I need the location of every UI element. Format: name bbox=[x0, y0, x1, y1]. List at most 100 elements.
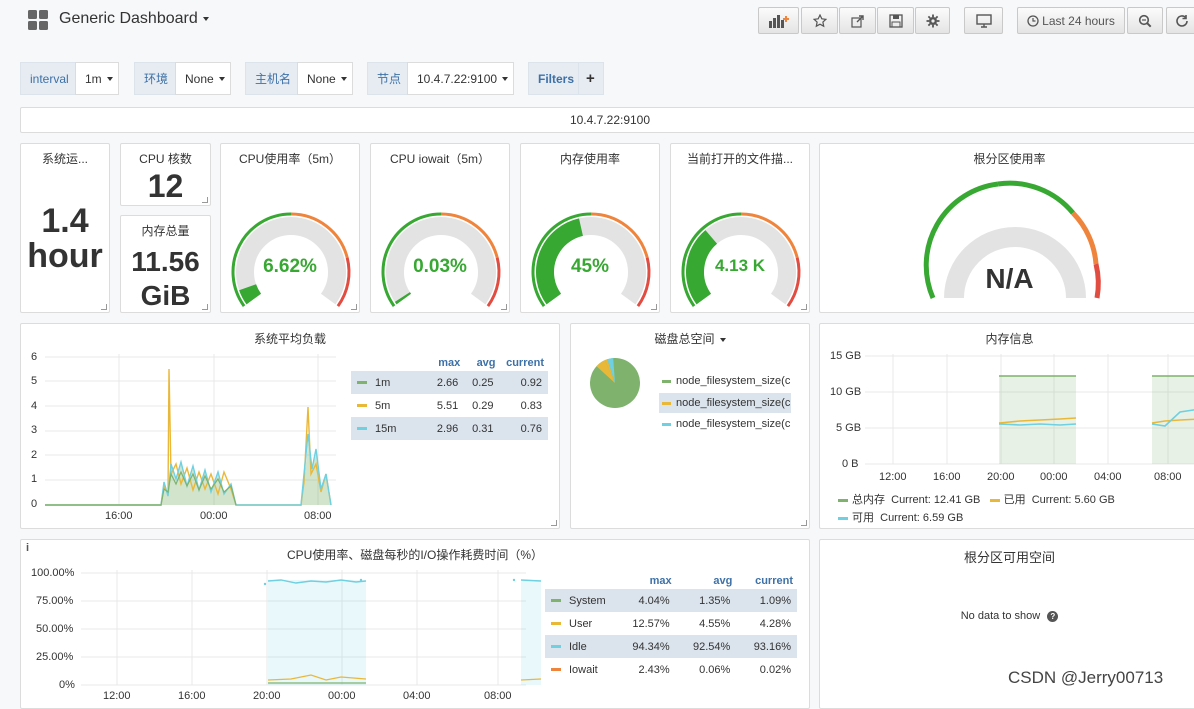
series-swatch bbox=[662, 401, 671, 405]
legend-item[interactable]: node_filesystem_size(c bbox=[659, 413, 791, 433]
add-panel-icon bbox=[768, 14, 789, 28]
legend-max: 2.96 bbox=[429, 417, 465, 440]
legend-avg: 0.06% bbox=[699, 663, 731, 676]
resize-handle[interactable] bbox=[551, 520, 557, 526]
var-interval-select[interactable]: 1m bbox=[75, 62, 119, 95]
chevron-down-icon bbox=[202, 16, 209, 21]
resize-handle[interactable] bbox=[202, 304, 208, 310]
settings-button[interactable] bbox=[915, 7, 950, 34]
gauge-fill bbox=[394, 292, 412, 305]
time-picker-button[interactable]: Last 24 hours bbox=[1017, 7, 1125, 34]
disk-pie-chart bbox=[590, 358, 640, 408]
filters-label: Filters bbox=[528, 62, 585, 95]
x-tick: 04:00 bbox=[1094, 471, 1122, 483]
legend-item[interactable]: 可用 Current: 6.59 GB bbox=[838, 512, 963, 524]
legend-avg: 1.35% bbox=[675, 589, 737, 612]
legend-row[interactable]: Iowait 2.43% 0.06% 0.02% bbox=[545, 658, 797, 681]
cpu-iowait-gauge-panel: CPU iowait（5m） 0.03% bbox=[370, 143, 510, 313]
refresh-button[interactable] bbox=[1166, 7, 1194, 34]
row-title-bar[interactable]: 10.4.7.22:9100 bbox=[20, 107, 1194, 133]
uptime-title: 系统运... bbox=[41, 152, 88, 166]
dashboard-title-text: Generic Dashboard bbox=[59, 10, 198, 27]
legend-current: 0.02% bbox=[759, 663, 791, 676]
mem-total-title: 内存总量 bbox=[141, 224, 190, 238]
resize-handle[interactable] bbox=[651, 304, 657, 310]
series-swatch bbox=[989, 498, 1000, 502]
panel-title-menu[interactable]: 磁盘总空间 bbox=[571, 330, 809, 347]
y-tick: 1 bbox=[31, 473, 38, 485]
view-mode-button[interactable] bbox=[964, 7, 1003, 34]
x-tick: 08:00 bbox=[304, 510, 332, 522]
star-button[interactable] bbox=[801, 7, 838, 34]
chevron-down-icon bbox=[218, 76, 225, 81]
add-panel-button[interactable] bbox=[758, 7, 799, 34]
legend-row[interactable]: 1m 2.66 0.25 0.92 bbox=[351, 371, 548, 394]
no-data-message: No data to show ? bbox=[820, 610, 1194, 622]
gauge-title: CPU使用率（5m） bbox=[238, 152, 341, 166]
gauge-value: 4.13 K bbox=[714, 256, 766, 275]
legend-item[interactable]: node_filesystem_size(c bbox=[659, 393, 791, 413]
y-tick: 0 B bbox=[842, 458, 859, 470]
resize-handle[interactable] bbox=[801, 304, 807, 310]
resize-handle[interactable] bbox=[202, 197, 208, 203]
var-interval-label: interval bbox=[20, 62, 79, 95]
x-tick: 16:00 bbox=[105, 510, 133, 522]
series-swatch bbox=[662, 422, 671, 426]
legend-item[interactable]: 已用 Current: 5.60 GB bbox=[989, 494, 1115, 506]
y-tick: 5 bbox=[31, 375, 38, 387]
load-chart bbox=[45, 354, 336, 506]
var-node-select[interactable]: 10.4.7.22:9100 bbox=[407, 62, 514, 95]
mem-info-panel: 内存信息 15 GB 10 GB 5 GB 0 B 12:00 16:00 20… bbox=[819, 323, 1194, 529]
cpu-cores-panel: CPU 核数 12 bbox=[120, 143, 211, 206]
resize-handle[interactable] bbox=[801, 520, 807, 526]
series-name: 总内存 bbox=[852, 494, 885, 506]
legend-row[interactable]: 5m 5.51 0.29 0.83 bbox=[351, 394, 548, 417]
share-button[interactable] bbox=[839, 7, 876, 34]
resize-handle[interactable] bbox=[351, 304, 357, 310]
y-tick: 3 bbox=[31, 424, 38, 436]
panel-title: 磁盘总空间 bbox=[654, 332, 715, 346]
legend-current: 0.92 bbox=[499, 371, 548, 394]
gauge-value: 45% bbox=[570, 256, 610, 277]
dashboard-title[interactable]: Generic Dashboard bbox=[59, 10, 209, 28]
save-button[interactable] bbox=[877, 7, 914, 34]
no-data-text: No data to show bbox=[960, 610, 1041, 622]
gauge-value: 6.62% bbox=[263, 256, 317, 277]
watermark: CSDN @Jerry00713 bbox=[1008, 668, 1164, 688]
legend-avg: 0.29 bbox=[472, 399, 494, 412]
x-tick: 00:00 bbox=[328, 690, 356, 702]
add-filter-button[interactable]: + bbox=[578, 62, 604, 95]
legend-row[interactable]: System 4.04% 1.35% 1.09% bbox=[545, 589, 797, 612]
var-env-select[interactable]: None bbox=[175, 62, 231, 95]
var-hostname-label: 主机名 bbox=[245, 62, 302, 95]
series-name: User bbox=[569, 617, 593, 630]
uptime-unit: hour bbox=[27, 237, 103, 275]
var-hostname-value: None bbox=[307, 71, 336, 86]
series-swatch bbox=[357, 404, 367, 408]
help-icon[interactable]: ? bbox=[1047, 611, 1059, 622]
legend-row[interactable]: Idle 94.34% 92.54% 93.16% bbox=[545, 635, 797, 658]
y-tick: 10 GB bbox=[830, 386, 862, 398]
gauge-fill bbox=[239, 283, 262, 305]
disk-total-panel: 磁盘总空间 node_filesystem_size(c node_filesy… bbox=[570, 323, 810, 529]
zoom-out-button[interactable] bbox=[1127, 7, 1163, 34]
legend-item[interactable]: node_filesystem_size(c bbox=[659, 373, 791, 393]
load-panel: 系统平均负载 6 5 4 3 2 1 0 16:00 00:00 08:00 m… bbox=[20, 323, 560, 529]
mem-chart bbox=[865, 354, 1194, 465]
resize-handle[interactable] bbox=[101, 304, 107, 310]
dashboard-grid-icon[interactable] bbox=[28, 10, 48, 30]
mem-total-panel: 内存总量 11.56 GiB bbox=[120, 215, 211, 313]
var-hostname-select[interactable]: None bbox=[297, 62, 353, 95]
legend-current: 4.28% bbox=[759, 617, 791, 630]
chevron-down-icon bbox=[719, 337, 726, 342]
legend-item[interactable]: 总内存 Current: 12.41 GB bbox=[838, 494, 980, 506]
legend-row[interactable]: User 12.57% 4.55% 4.28% bbox=[545, 612, 797, 635]
y-tick: 50.00% bbox=[36, 623, 74, 635]
legend-header-row: max avg current bbox=[545, 572, 797, 589]
row-title: 10.4.7.22:9100 bbox=[569, 113, 651, 127]
time-range-label: Last 24 hours bbox=[1042, 13, 1115, 28]
y-tick: 15 GB bbox=[830, 350, 862, 362]
legend-header: current bbox=[506, 356, 544, 369]
resize-handle[interactable] bbox=[501, 304, 507, 310]
legend-row[interactable]: 15m 2.96 0.31 0.76 bbox=[351, 417, 548, 440]
